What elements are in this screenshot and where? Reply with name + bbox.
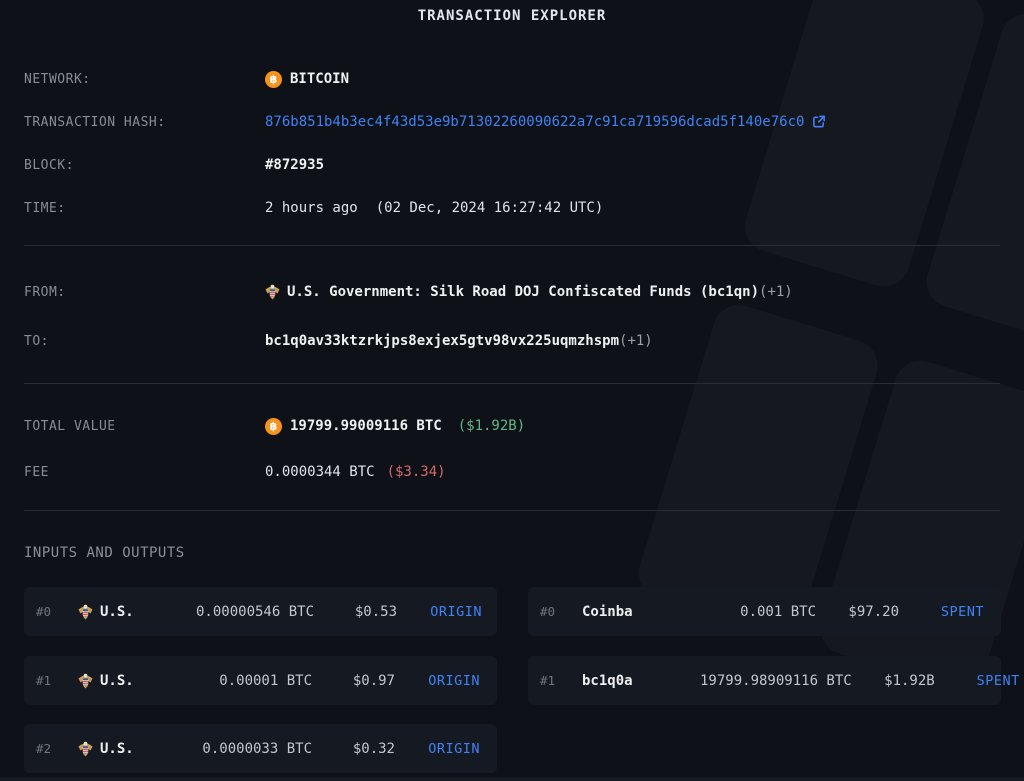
- from-entity-name[interactable]: U.S. Government: Silk Road DOJ Confiscat…: [287, 284, 759, 300]
- time-row: TIME: 2 hours ago (02 Dec, 2024 16:27:42…: [24, 199, 1000, 217]
- divider: [24, 510, 1000, 511]
- input-entity-name[interactable]: U.S.: [100, 673, 134, 689]
- output-index: #0: [540, 604, 582, 619]
- page-title: TRANSACTION EXPLORER: [0, 8, 1024, 24]
- to-label: TO:: [24, 334, 265, 349]
- block-label: BLOCK:: [24, 158, 265, 173]
- watermark-shape: [739, 0, 991, 293]
- total-value-label: TOTAL VALUE: [24, 419, 265, 434]
- us-government-seal-icon: [265, 284, 280, 300]
- fee-usd: ($3.34): [387, 464, 446, 480]
- from-label: FROM:: [24, 285, 265, 300]
- output-amount-btc: 0.001 BTC: [700, 604, 816, 620]
- inputs-outputs-heading: INPUTS AND OUTPUTS: [24, 545, 185, 561]
- bitcoin-icon: ฿: [265, 418, 282, 435]
- output-card[interactable]: #0 Coinba 0.001 BTC $97.20 SPENT: [528, 587, 1001, 636]
- next-row-edge: [0, 777, 1024, 781]
- block-value: #872935: [265, 157, 324, 173]
- output-entity-name[interactable]: Coinba: [582, 604, 633, 620]
- input-entity-name[interactable]: U.S.: [100, 741, 134, 757]
- divider: [24, 383, 1000, 384]
- block-row: BLOCK: #872935: [24, 156, 1000, 174]
- origin-link[interactable]: ORIGIN: [395, 673, 480, 689]
- bitcoin-icon: ฿: [265, 71, 282, 88]
- total-value-row: TOTAL VALUE ฿ 19799.99009116 BTC ($1.92B…: [24, 417, 1000, 435]
- transaction-hash-label: TRANSACTION HASH:: [24, 115, 265, 130]
- spent-link[interactable]: SPENT: [935, 673, 1020, 689]
- network-value: BITCOIN: [290, 71, 349, 87]
- time-label: TIME:: [24, 201, 265, 216]
- to-extra-count: (+1): [619, 333, 653, 349]
- network-row: NETWORK: ฿ BITCOIN: [24, 70, 1000, 88]
- input-index: #1: [36, 673, 78, 688]
- output-card[interactable]: #1 bc1q0a 19799.98909116 BTC $1.92B SPEN…: [528, 656, 1001, 705]
- inputs-outputs-section: INPUTS AND OUTPUTS: [24, 544, 1000, 562]
- input-entity-name[interactable]: U.S.: [100, 604, 134, 620]
- input-amount-btc: 0.0000033 BTC: [196, 741, 312, 757]
- network-label: NETWORK:: [24, 72, 265, 87]
- output-amount-usd: $1.92B: [852, 673, 935, 689]
- time-absolute: (02 Dec, 2024 16:27:42 UTC): [376, 200, 604, 216]
- output-amount-btc: 19799.98909116 BTC: [700, 673, 852, 689]
- time-relative: 2 hours ago: [265, 200, 358, 216]
- to-address[interactable]: bc1q0av33ktzrkjps8exjex5gtv98vx225uqmzhs…: [265, 333, 619, 349]
- fee-btc: 0.0000344 BTC: [265, 464, 375, 480]
- from-row: FROM: U.S. Government: Silk Road DOJ Con…: [24, 283, 1000, 301]
- transaction-hash-row: TRANSACTION HASH: 876b851b4b3ec4f43d53e9…: [24, 113, 1000, 131]
- external-link-icon[interactable]: [812, 115, 826, 129]
- divider: [24, 245, 1000, 246]
- input-card[interactable]: #2 U.S. 0.0000033 BTC $0.32 ORIGIN: [24, 724, 497, 773]
- transaction-hash-value[interactable]: 876b851b4b3ec4f43d53e9b71302260090622a7c…: [265, 114, 804, 130]
- output-amount-usd: $97.20: [816, 604, 899, 620]
- input-card[interactable]: #1 U.S. 0.00001 BTC $0.97 ORIGIN: [24, 656, 497, 705]
- from-extra-count: (+1): [759, 284, 793, 300]
- input-amount-usd: $0.32: [312, 741, 395, 757]
- input-amount-btc: 0.00000546 BTC: [196, 604, 314, 620]
- input-card[interactable]: #0 U.S. 0.00000546 BTC $0.53 ORIGIN: [24, 587, 497, 636]
- us-government-seal-icon: [78, 741, 93, 757]
- input-index: #2: [36, 741, 78, 756]
- total-value-btc: 19799.99009116 BTC: [290, 418, 442, 434]
- fee-row: FEE 0.0000344 BTC ($3.34): [24, 463, 1000, 481]
- fee-label: FEE: [24, 465, 265, 480]
- us-government-seal-icon: [78, 604, 93, 620]
- total-value-usd: ($1.92B): [458, 418, 525, 434]
- us-government-seal-icon: [78, 673, 93, 689]
- spent-link[interactable]: SPENT: [899, 604, 984, 620]
- origin-link[interactable]: ORIGIN: [395, 741, 480, 757]
- to-row: TO: bc1q0av33ktzrkjps8exjex5gtv98vx225uq…: [24, 332, 1000, 350]
- input-amount-btc: 0.00001 BTC: [196, 673, 312, 689]
- input-index: #0: [36, 604, 78, 619]
- input-amount-usd: $0.97: [312, 673, 395, 689]
- watermark-shape: [814, 354, 1024, 695]
- transaction-hash-link[interactable]: 876b851b4b3ec4f43d53e9b71302260090622a7c…: [265, 114, 826, 130]
- output-entity-name[interactable]: bc1q0a: [582, 673, 633, 689]
- origin-link[interactable]: ORIGIN: [397, 604, 482, 620]
- output-index: #1: [540, 673, 582, 688]
- input-amount-usd: $0.53: [314, 604, 397, 620]
